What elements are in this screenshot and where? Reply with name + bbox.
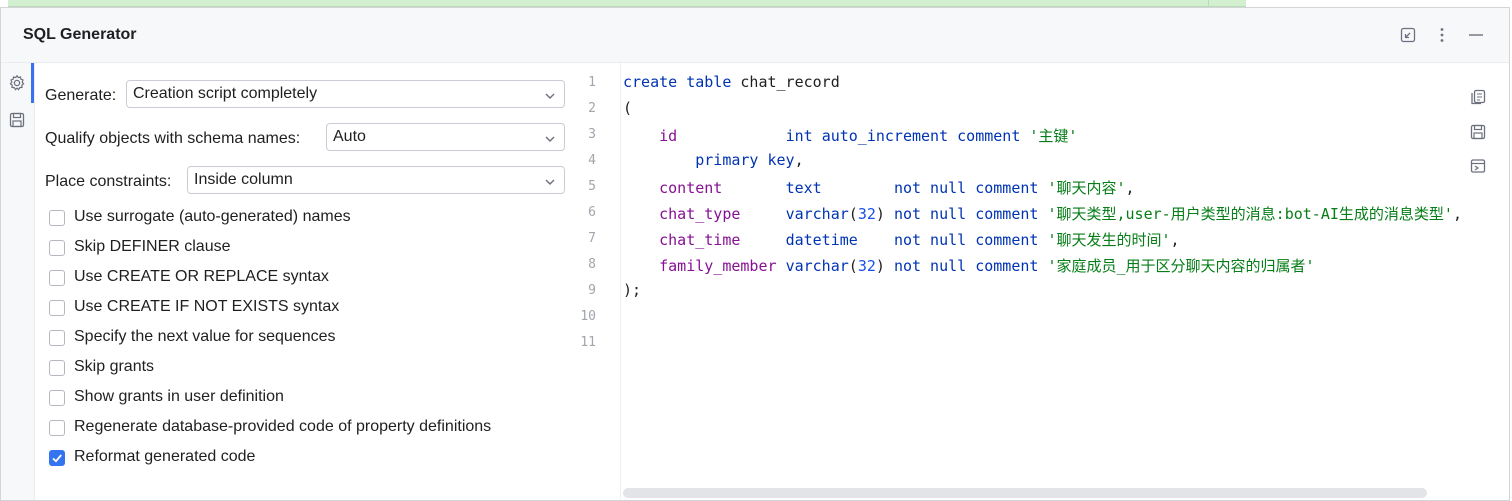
constraints-label: Place constraints: — [45, 173, 172, 190]
line-number: 1 — [588, 75, 596, 90]
line-number: 9 — [588, 283, 596, 298]
code-line-7: chat_time datetime not null comment '聊天发… — [659, 231, 1180, 249]
chevron-down-icon — [544, 132, 556, 144]
horizontal-scrollbar[interactable] — [623, 488, 1427, 498]
generate-value: Creation script completely — [133, 85, 318, 102]
save-icon[interactable] — [1469, 123, 1487, 141]
checkbox-label: Specify the next value for sequences — [74, 328, 336, 345]
qualify-value: Auto — [333, 128, 366, 145]
line-number: 2 — [588, 101, 596, 116]
code-line-3: id int auto_increment comment '主键' — [659, 127, 1078, 145]
save-icon[interactable] — [8, 111, 26, 129]
check-icon — [52, 454, 62, 463]
checkbox-label: Use CREATE OR REPLACE syntax — [74, 268, 329, 285]
code-line-5: content text not null comment '聊天内容', — [659, 179, 1135, 197]
restore-icon[interactable] — [1399, 26, 1417, 44]
checkbox-label: Use surrogate (auto-generated) names — [74, 208, 351, 225]
checkbox[interactable] — [49, 330, 65, 346]
code-line-4: primary key, — [695, 151, 804, 169]
checkbox[interactable] — [49, 240, 65, 256]
checkbox-label: Skip DEFINER clause — [74, 238, 231, 255]
panel-title: SQL Generator — [23, 26, 137, 43]
sidebar — [1, 63, 35, 500]
checkbox[interactable] — [49, 390, 65, 406]
more-vertical-icon[interactable] — [1433, 26, 1451, 44]
generate-label: Generate: — [45, 87, 117, 104]
checkbox[interactable] — [49, 210, 65, 226]
line-number: 11 — [580, 335, 596, 350]
constraints-value: Inside column — [194, 171, 293, 188]
panel-header: SQL Generator — [1, 8, 1509, 63]
checkbox[interactable] — [49, 420, 65, 436]
checkbox-label: Show grants in user definition — [74, 388, 284, 405]
checkbox-label: Skip grants — [74, 358, 155, 375]
line-gutter: 1 2 3 4 5 6 7 8 9 10 11 — [575, 63, 621, 500]
checkbox[interactable] — [49, 270, 65, 286]
line-number: 7 — [588, 231, 596, 246]
line-number: 10 — [580, 309, 596, 324]
checkbox-label: Use CREATE IF NOT EXISTS syntax — [74, 298, 340, 315]
line-number: 6 — [588, 205, 596, 220]
line-number: 4 — [588, 153, 596, 168]
editor-tab-strip — [8, 0, 1246, 7]
constraints-select[interactable]: Inside column — [187, 166, 565, 194]
minimize-icon[interactable] — [1467, 26, 1485, 44]
code-line-6: chat_type varchar(32) not null comment '… — [659, 205, 1462, 223]
line-number: 8 — [588, 257, 596, 272]
checkbox-label: Reformat generated code — [74, 448, 256, 465]
line-number: 3 — [588, 127, 596, 142]
options-pane: Generate: Creation script completely Qua… — [35, 63, 575, 500]
active-indicator — [31, 63, 34, 103]
generate-select[interactable]: Creation script completely — [126, 80, 565, 108]
sql-editor[interactable]: 1 2 3 4 5 6 7 8 9 10 11 create table cha… — [575, 63, 1509, 500]
code-line-9: ); — [623, 281, 642, 299]
checkbox-checked[interactable] — [49, 450, 65, 466]
qualify-label: Qualify objects with schema names: — [45, 130, 301, 147]
code-line-2: ( — [623, 99, 633, 117]
code-line-1: create table chat_record — [623, 73, 840, 91]
chevron-down-icon — [544, 89, 556, 101]
checkbox[interactable] — [49, 360, 65, 376]
copy-icon[interactable] — [1469, 88, 1487, 106]
line-number: 5 — [588, 179, 596, 194]
qualify-select[interactable]: Auto — [326, 123, 565, 151]
checkbox-label: Regenerate database-provided code of pro… — [74, 418, 492, 435]
sql-generator-panel: SQL Generator Generate: Creation script … — [0, 7, 1510, 501]
top-strip — [0, 0, 1512, 7]
settings-icon[interactable] — [8, 74, 26, 92]
run-console-icon[interactable] — [1469, 157, 1487, 175]
checkbox[interactable] — [49, 300, 65, 316]
chevron-down-icon — [544, 175, 556, 187]
code-line-8: family_member varchar(32) not null comme… — [659, 257, 1315, 275]
